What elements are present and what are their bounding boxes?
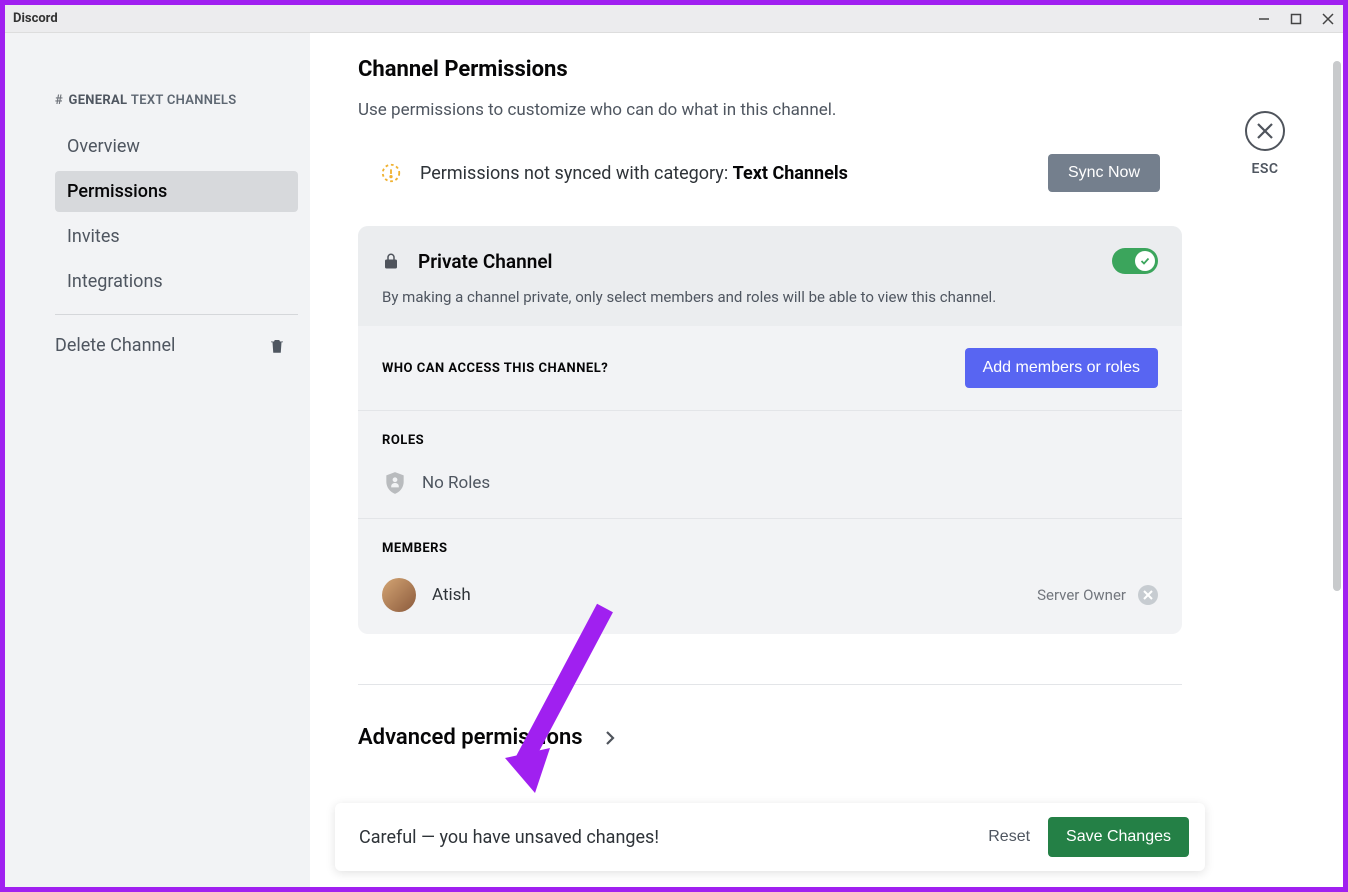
private-channel-title: Private Channel (418, 250, 1112, 273)
roles-section: ROLES No Roles (358, 411, 1182, 519)
member-row: Atish Server Owner (382, 578, 1158, 612)
titlebar: Discord (5, 5, 1343, 33)
close-icon (1256, 122, 1274, 140)
permissions-card: Private Channel By making a channel priv… (358, 226, 1182, 634)
main-content: Channel Permissions Use permissions to c… (310, 33, 1343, 887)
scrollbar-thumb[interactable] (1333, 61, 1341, 591)
maximize-button[interactable] (1289, 12, 1303, 26)
advanced-permissions-title: Advanced permissions (358, 725, 583, 750)
close-settings: ESC (1245, 111, 1285, 177)
private-channel-toggle[interactable] (1112, 248, 1158, 274)
scrollbar[interactable] (1333, 61, 1341, 877)
unsaved-changes-bar: Careful — you have unsaved changes! Rese… (335, 803, 1205, 871)
access-label: WHO CAN ACCESS THIS CHANNEL? (382, 361, 608, 376)
member-tag: Server Owner (1037, 586, 1126, 604)
sidebar-divider (55, 314, 298, 315)
sidebar-item-permissions[interactable]: Permissions (55, 171, 298, 212)
remove-member-button[interactable] (1138, 585, 1158, 605)
sidebar-header: # GENERAL TEXT CHANNELS (55, 93, 298, 108)
close-window-button[interactable] (1321, 12, 1335, 26)
trash-icon (268, 337, 286, 355)
lock-icon (382, 251, 400, 271)
channel-name-header: GENERAL (69, 93, 128, 108)
sidebar-delete-channel[interactable]: Delete Channel (55, 325, 298, 366)
sidebar-item-integrations[interactable]: Integrations (55, 261, 298, 302)
page-subtitle: Use permissions to customize who can do … (358, 100, 1182, 120)
private-channel-description: By making a channel private, only select… (382, 288, 1158, 306)
sync-row: Permissions not synced with category: Te… (358, 154, 1182, 192)
reset-button[interactable]: Reset (970, 818, 1048, 856)
no-roles-text: No Roles (422, 473, 490, 493)
sync-now-button[interactable]: Sync Now (1048, 154, 1160, 192)
main-divider (358, 684, 1182, 685)
sidebar-item-invites[interactable]: Invites (55, 216, 298, 257)
close-icon (1143, 590, 1153, 600)
members-section: MEMBERS Atish Server Owner (358, 519, 1182, 634)
check-icon (1139, 255, 1151, 267)
members-label: MEMBERS (382, 541, 1158, 556)
avatar (382, 578, 416, 612)
access-section: WHO CAN ACCESS THIS CHANNEL? Add members… (358, 326, 1182, 411)
sidebar-item-overview[interactable]: Overview (55, 126, 298, 167)
private-channel-section: Private Channel By making a channel priv… (358, 226, 1182, 326)
roles-label: ROLES (382, 433, 1158, 448)
minimize-button[interactable] (1257, 12, 1271, 26)
window-title: Discord (13, 11, 1257, 26)
save-changes-button[interactable]: Save Changes (1048, 817, 1189, 857)
chevron-right-icon (605, 730, 615, 746)
sync-text: Permissions not synced with category: Te… (420, 163, 1048, 184)
sidebar: # GENERAL TEXT CHANNELS Overview Permiss… (5, 33, 310, 887)
category-name-header: TEXT CHANNELS (131, 93, 237, 108)
page-title: Channel Permissions (358, 57, 1182, 82)
delete-channel-label: Delete Channel (55, 335, 175, 356)
close-settings-button[interactable] (1245, 111, 1285, 151)
add-members-roles-button[interactable]: Add members or roles (965, 348, 1158, 388)
unsaved-changes-text: Careful — you have unsaved changes! (359, 827, 970, 848)
member-name: Atish (432, 585, 1037, 605)
advanced-permissions-row[interactable]: Advanced permissions (358, 725, 1182, 750)
hash-icon: # (55, 93, 63, 108)
warning-icon (380, 162, 402, 184)
role-shield-icon (382, 470, 408, 496)
esc-label: ESC (1251, 161, 1278, 177)
